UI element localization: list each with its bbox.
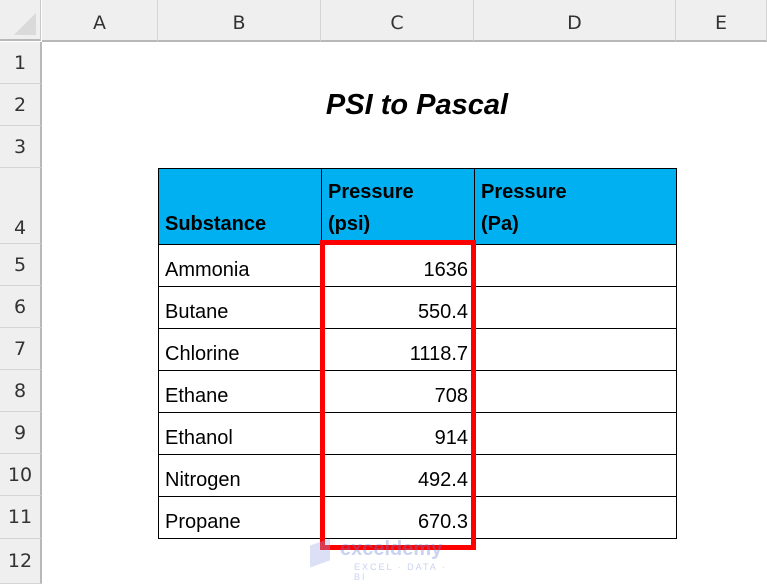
cell-substance[interactable]: Ethane [158,370,322,413]
row-header-6[interactable]: 6 [0,286,42,328]
exceldemy-logo-icon [310,538,330,568]
cell-substance[interactable]: Ammonia [158,244,322,287]
column-header-b[interactable]: B [158,0,321,42]
row-header-3[interactable]: 3 [0,126,42,168]
cell-pressure-psi[interactable]: 670.3 [321,496,475,539]
watermark-tagline: EXCEL · DATA · BI [354,562,447,582]
cell-pressure-pa[interactable] [474,454,677,497]
column-header-a[interactable]: A [42,0,158,42]
row-header-7[interactable]: 7 [0,328,42,370]
row-header-1[interactable]: 1 [0,42,42,84]
header-substance[interactable]: Substance [158,168,322,245]
cell-pressure-psi[interactable]: 1118.7 [321,328,475,371]
sheet-title: PSI to Pascal [325,89,509,121]
cell-substance[interactable]: Butane [158,286,322,329]
row-header-12[interactable]: 12 [0,539,42,584]
header-pressure-pa-label: Pressure (Pa) [481,181,567,235]
cell-pressure-pa[interactable] [474,328,677,371]
select-all-triangle-icon [14,13,36,35]
cell-pressure-pa[interactable] [474,496,677,539]
row-header-9[interactable]: 9 [0,412,42,454]
cell-substance[interactable]: Chlorine [158,328,322,371]
row-header-11[interactable]: 11 [0,496,42,539]
cell-pressure-psi[interactable]: 550.4 [321,286,475,329]
row-header-8[interactable]: 8 [0,370,42,412]
cell-pressure-pa[interactable] [474,412,677,455]
column-header-c[interactable]: C [321,0,474,42]
column-header-e[interactable]: E [676,0,767,42]
cell-substance[interactable]: Nitrogen [158,454,322,497]
cell-substance[interactable]: Propane [158,496,322,539]
row-header-2[interactable]: 2 [0,84,42,126]
header-pressure-psi-label: Pressure (psi) [328,181,414,235]
row-header-5[interactable]: 5 [0,244,42,286]
row-header-4[interactable]: 4 [0,168,42,244]
cell-pressure-psi[interactable]: 914 [321,412,475,455]
select-all-corner[interactable] [0,0,41,41]
cell-pressure-psi[interactable]: 492.4 [321,454,475,497]
header-pressure-psi[interactable]: Pressure (psi) [321,168,475,245]
cell-pressure-pa[interactable] [474,370,677,413]
column-header-d[interactable]: D [474,0,676,42]
cell-pressure-psi[interactable]: 708 [321,370,475,413]
cell-substance[interactable]: Ethanol [158,412,322,455]
cell-pressure-pa[interactable] [474,286,677,329]
cell-pressure-pa[interactable] [474,244,677,287]
watermark: exceldemy EXCEL · DATA · BI [310,538,460,582]
row-header-10[interactable]: 10 [0,454,42,496]
watermark-name: exceldemy [340,538,443,560]
cell-pressure-psi[interactable]: 1636 [321,244,475,287]
header-pressure-pa[interactable]: Pressure (Pa) [474,168,677,245]
